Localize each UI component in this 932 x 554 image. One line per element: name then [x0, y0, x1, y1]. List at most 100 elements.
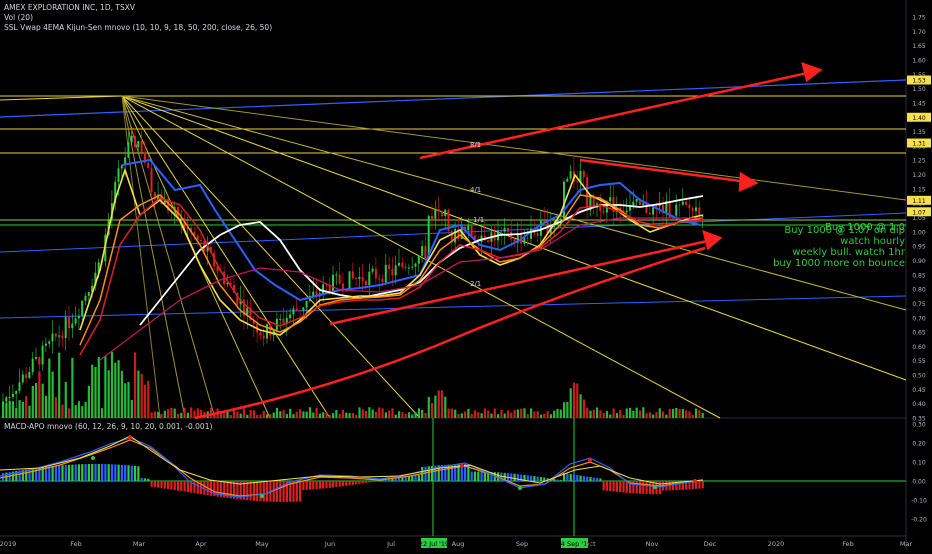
volume-bar — [530, 408, 532, 418]
macd-hist-bar — [405, 477, 407, 481]
volume-bar — [682, 409, 684, 418]
volume-bar — [85, 402, 87, 418]
volume-bar — [124, 383, 126, 418]
candle-body — [25, 374, 27, 378]
candle-body — [147, 163, 149, 168]
macd-hist-bar — [335, 481, 337, 487]
volume-bar — [675, 408, 677, 418]
candle-body — [642, 203, 644, 205]
candle-body — [5, 397, 7, 401]
macd-hist-bar — [395, 478, 397, 481]
macd-tick-label: 0.30 — [912, 422, 926, 429]
candle-body — [121, 166, 123, 169]
macd-hist-bar — [424, 467, 426, 481]
candle-body — [283, 319, 285, 324]
price-tick-label: 1.45 — [912, 100, 926, 107]
macd-hist-bar — [556, 480, 558, 481]
volume-bar — [28, 406, 30, 418]
candle-body — [675, 205, 677, 216]
macd-hist-bar — [659, 481, 661, 494]
volume-bar — [19, 400, 21, 418]
price-tick-label: 1.75 — [912, 15, 926, 22]
macd-tick-label: 0.10 — [912, 460, 926, 467]
macd-hist-bar — [88, 464, 90, 481]
candle-body — [368, 272, 370, 285]
volume-bar — [88, 386, 90, 418]
volume-bar — [94, 367, 96, 418]
macd-hist-bar — [619, 481, 621, 492]
volume-bar — [266, 414, 268, 418]
macd-hist-bar — [537, 477, 539, 481]
volume-bar — [487, 410, 489, 418]
volume-bar — [415, 412, 417, 418]
candle-body — [352, 271, 354, 278]
macd-hist-bar — [527, 475, 529, 481]
volume-bar — [134, 352, 136, 418]
candle-body — [55, 334, 57, 337]
candle-body — [523, 238, 525, 243]
macd-hist-bar — [160, 481, 162, 488]
volume-bar — [329, 415, 331, 418]
volume-bar — [22, 402, 24, 418]
volume-bar — [118, 360, 120, 418]
candle-body — [434, 209, 436, 219]
volume-bar — [616, 413, 618, 418]
macd-hist-bar — [530, 476, 532, 481]
volume-bar — [362, 409, 364, 418]
candle-body — [75, 318, 77, 323]
candle-body — [586, 177, 588, 210]
volume-bar — [461, 413, 463, 418]
candle-body — [563, 182, 565, 219]
macd-hist-bar — [329, 481, 331, 488]
candle-body — [289, 314, 291, 318]
macd-hist-bar — [474, 472, 476, 481]
candle-body — [401, 263, 403, 267]
price-tick-label: 1.60 — [912, 57, 926, 64]
candle-body — [22, 374, 24, 382]
macd-hist-bar — [71, 465, 73, 481]
candle-body — [15, 391, 17, 394]
volume-bar — [223, 413, 225, 418]
volume-bar — [25, 396, 27, 418]
candle-body — [42, 346, 44, 365]
volume-bar — [177, 414, 179, 418]
volume-bar — [586, 408, 588, 418]
macd-hist-bar — [322, 481, 324, 489]
macd-hist-bar — [127, 465, 129, 481]
macd-hist-bar — [111, 464, 113, 481]
volume-bar — [279, 411, 281, 418]
candle-body — [649, 213, 651, 215]
price-chart-svg[interactable]: 8/1 4/1 1/1 2/1 Buy 1000 @ 1.0 Buy 1000 … — [0, 0, 932, 550]
candle-body — [19, 382, 21, 391]
volume-bar — [490, 414, 492, 418]
volume-bar — [174, 409, 176, 418]
candle-body — [500, 231, 502, 232]
candle-body — [339, 275, 341, 284]
volume-bar — [599, 410, 601, 418]
volume-bar — [316, 408, 318, 418]
volume-bar — [35, 383, 37, 418]
candle-body — [65, 317, 67, 338]
volume-bar — [448, 409, 450, 418]
volume-bar — [187, 413, 189, 418]
macd-hist-bar — [576, 475, 578, 481]
chart-area[interactable]: 8/1 4/1 1/1 2/1 Buy 1000 @ 1.0 Buy 1000 … — [0, 0, 932, 550]
volume-bar — [589, 411, 591, 418]
macd-hist-bar — [164, 481, 166, 489]
volume-bar — [553, 411, 555, 418]
volume-bar — [147, 381, 149, 418]
macd-hist-bar — [415, 475, 417, 481]
volume-bar — [441, 390, 443, 418]
volume-bar — [484, 408, 486, 418]
macd-hist-bar — [642, 481, 644, 494]
macd-hist-bar — [253, 481, 255, 501]
volume-bar — [679, 409, 681, 418]
macd-hist-bar — [91, 464, 93, 481]
candle-body — [61, 335, 63, 338]
volume-bar — [61, 405, 63, 418]
candle-body — [566, 179, 568, 182]
candle-body — [695, 207, 697, 211]
volume-bar — [560, 410, 562, 418]
volume-bar — [504, 414, 506, 418]
price-tick-label: 0.60 — [912, 344, 926, 351]
